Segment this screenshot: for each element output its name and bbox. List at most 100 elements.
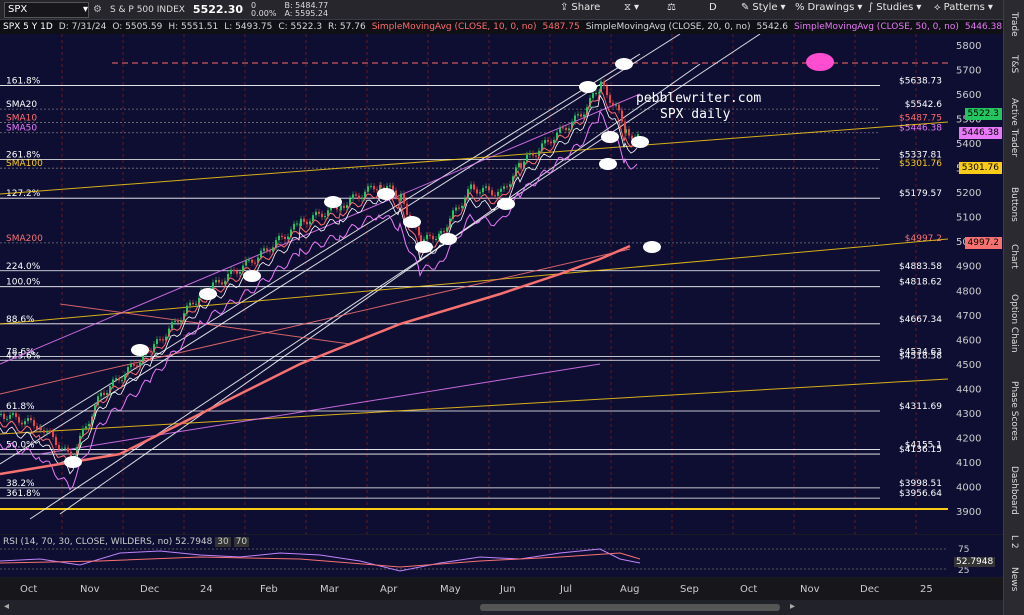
annotation-subtitle: SPX daily xyxy=(660,107,731,122)
y-tick-label: 4400 xyxy=(956,384,981,395)
scroll-left-icon[interactable]: ◂ xyxy=(4,601,9,612)
x-tick-label: Oct xyxy=(20,584,38,595)
candle xyxy=(156,339,158,345)
candle xyxy=(547,140,549,142)
side-tab[interactable]: L 2 xyxy=(1006,530,1022,554)
fib-level-label: 61.8% xyxy=(6,402,35,412)
compare-icon: ⚖ xyxy=(667,2,676,13)
pivot-marker xyxy=(631,136,649,148)
drawings-button[interactable]: % Drawings ▾ xyxy=(795,2,862,13)
patterns-icon: ⟡ xyxy=(934,2,941,13)
side-tab[interactable]: Option Chain xyxy=(1006,284,1022,362)
candle xyxy=(115,378,117,380)
y-tick-label: 5600 xyxy=(956,90,981,101)
candle xyxy=(418,226,420,236)
drawings-icon: % xyxy=(795,2,805,13)
y-tick-label: 5200 xyxy=(956,188,981,199)
bid-ask: B: 5484.77 A: 5595.24 xyxy=(284,1,328,18)
candle xyxy=(106,392,108,395)
style-button[interactable]: ✎ Style ▾ xyxy=(741,2,786,13)
fib-level-value: $4311.69 xyxy=(899,402,942,412)
candle xyxy=(195,303,197,305)
bottom-bar: ◂ ▸ xyxy=(0,600,1004,615)
pivot-marker xyxy=(643,241,661,253)
candle xyxy=(6,418,8,420)
side-tab[interactable]: News xyxy=(1006,564,1022,594)
candle xyxy=(88,423,90,427)
candle xyxy=(429,234,431,236)
side-tab[interactable]: Active Trader xyxy=(1006,86,1022,170)
fib-level-label: 361.8% xyxy=(6,489,41,499)
candle xyxy=(595,93,597,95)
candle xyxy=(370,186,372,188)
candle xyxy=(121,380,123,382)
rsi-line xyxy=(0,548,641,572)
fib-level-value: $4883.58 xyxy=(899,262,942,272)
candle xyxy=(18,416,20,423)
studies-icon: ∫ xyxy=(868,2,874,13)
timeframe-chevron-icon: ▾ xyxy=(634,2,640,13)
right-sidebar: Trade T&S Active Trader Buttons Chart Option … xyxy=(1003,0,1024,615)
last-price: 5522.30 xyxy=(192,3,244,16)
y-tick-label: 5400 xyxy=(956,139,981,150)
x-tick-label: Jun xyxy=(500,584,516,595)
y-tick-label: 4600 xyxy=(956,335,981,346)
info-sma50: SimpleMovingAvg (CLOSE, 50, 0, no) xyxy=(794,22,959,32)
y-tick-label: 5700 xyxy=(956,66,981,77)
candle xyxy=(27,418,29,422)
side-tab[interactable]: T&S xyxy=(1006,52,1022,76)
x-tick-label: May xyxy=(440,584,461,595)
candle xyxy=(389,185,391,187)
candle xyxy=(343,205,345,208)
candle xyxy=(118,378,120,381)
rsi-panel[interactable]: RSI (14, 70, 30, CLOSE, WILDERS, no) 52.… xyxy=(0,535,1004,577)
price-chart[interactable]: 161.8% $5638.73 SMA20 $5542.6 SMA10 $5487.75 S… xyxy=(0,34,1004,534)
candle xyxy=(550,141,552,144)
x-tick-label: Jul xyxy=(560,584,573,595)
chevron-down-icon: ▾ xyxy=(82,4,88,15)
y-tick-label: 3900 xyxy=(956,507,981,518)
candle xyxy=(621,110,623,122)
pivot-marker xyxy=(599,158,617,170)
x-axis: Oct Nov Dec 24 Feb Mar Apr May Jun Jul Aug Sep Oct No… xyxy=(0,578,1004,600)
pivot-marker xyxy=(377,188,395,200)
compare-button[interactable]: ⚖ xyxy=(667,2,676,13)
studies-button[interactable]: ∫ Studies ▾ xyxy=(868,2,921,13)
toolbar: SPX ▾ ⚙ S & P 500 INDEX 5522.30 0 0.00% … xyxy=(0,0,1004,20)
x-tick-label: 25 xyxy=(920,584,933,595)
gear-icon[interactable]: ⚙ xyxy=(93,4,102,15)
symbol-selector[interactable]: SPX ▾ xyxy=(4,1,89,18)
studies-label: Studies xyxy=(876,2,914,13)
candle xyxy=(251,259,253,263)
candle xyxy=(192,302,194,305)
patterns-button[interactable]: ⟡ Patterns ▾ xyxy=(934,2,993,13)
pivot-marker xyxy=(497,198,515,210)
side-tab[interactable]: Chart xyxy=(1006,238,1022,274)
candle xyxy=(133,363,135,366)
side-tab[interactable]: Dashboard xyxy=(1006,460,1022,520)
side-tab[interactable]: Buttons xyxy=(1006,180,1022,228)
pivot-marker xyxy=(615,58,633,70)
timeframe-button[interactable]: ⧖ ▾ xyxy=(624,2,639,13)
fib-level-label: 50.0% xyxy=(6,440,35,450)
info-sma10: SimpleMovingAvg (CLOSE, 10, 0, no) xyxy=(371,22,537,32)
rsi-value-badge: 52.7948 xyxy=(954,557,996,567)
side-tab[interactable]: Trade xyxy=(1006,6,1022,42)
candle xyxy=(180,320,182,323)
candle xyxy=(100,392,102,397)
share-button[interactable]: ⇪ Share xyxy=(560,2,600,13)
x-tick-label: Sep xyxy=(680,584,699,595)
info-close: C: 5522.3 xyxy=(278,22,323,32)
fib-level-value: $4818.62 xyxy=(899,278,942,288)
side-tab[interactable]: Phase Scores xyxy=(1006,372,1022,450)
horizontal-scrollbar[interactable] xyxy=(480,604,780,611)
candle xyxy=(239,272,241,274)
scroll-right-icon[interactable]: ▸ xyxy=(790,601,795,612)
chart-info-bar: SPX 5 Y 1D D: 7/31/24 O: 5505.59 H: 5551… xyxy=(0,20,1007,34)
candle xyxy=(245,259,247,266)
interval-button[interactable]: D xyxy=(709,2,717,13)
candle xyxy=(470,184,472,190)
candle xyxy=(171,322,173,329)
fib-level-value: $5179.57 xyxy=(899,189,942,199)
info-sma20-value: 5542.6 xyxy=(756,22,789,32)
